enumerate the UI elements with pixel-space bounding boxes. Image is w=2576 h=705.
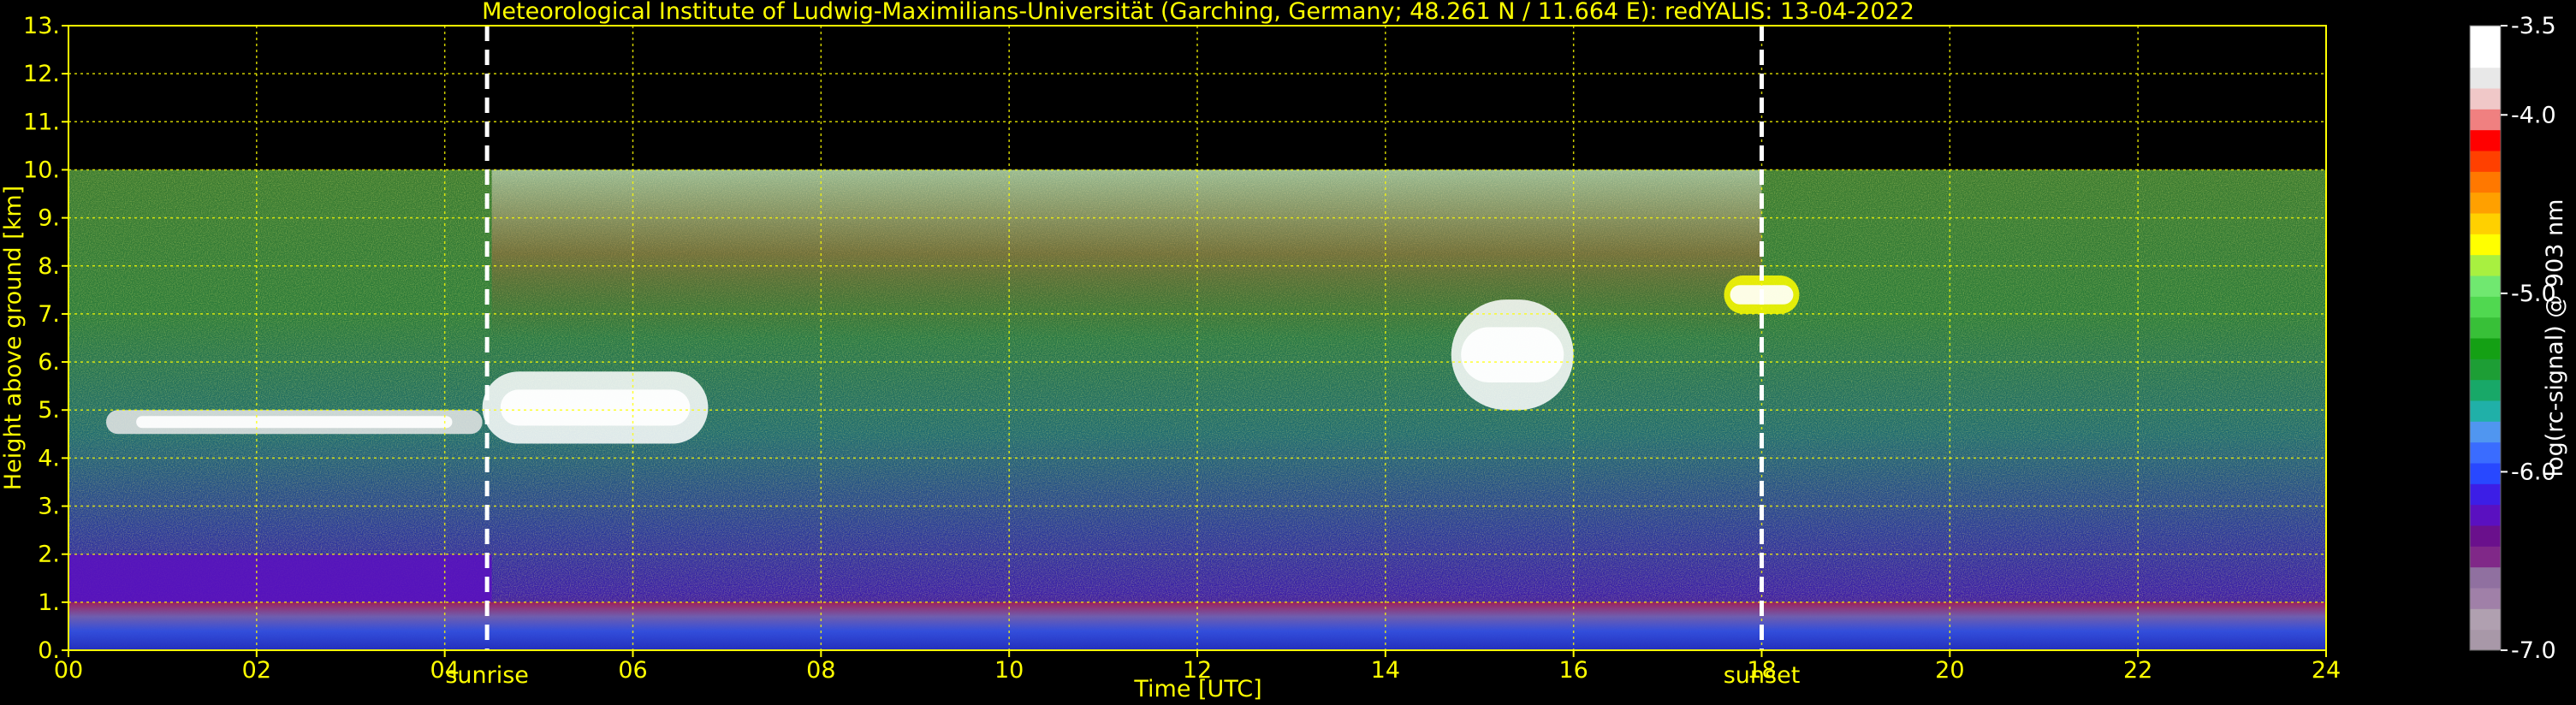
y-tick-label: 0. — [38, 637, 60, 664]
colorbar-swatch — [2470, 275, 2501, 297]
colorbar-tick-label: -3.5 — [2511, 13, 2556, 39]
y-tick-label: 4. — [38, 445, 60, 471]
x-tick-label: 24 — [2312, 657, 2341, 684]
colorbar-swatch — [2470, 254, 2501, 276]
layer-midlevel-cloud-morning-core — [136, 416, 453, 429]
y-tick-label: 13. — [23, 13, 60, 39]
y-tick-label: 2. — [38, 542, 60, 568]
y-tick-label: 8. — [38, 253, 60, 280]
colorbar-swatch — [2470, 463, 2501, 484]
colorbar-swatches — [2470, 26, 2501, 651]
layer-cirrus-noon — [491, 169, 1762, 338]
colorbar-swatch — [2470, 608, 2501, 631]
x-tick-label: 16 — [1558, 657, 1588, 684]
colorbar-swatch — [2470, 588, 2501, 609]
plot-area: sunrise sunset — [68, 25, 2327, 689]
colorbar-swatch — [2470, 88, 2501, 110]
x-tick-label: 08 — [806, 657, 835, 684]
y-axis-label: Height above ground [km] — [0, 186, 27, 490]
y-tick-label: 6. — [38, 349, 60, 376]
y-tick-label: 11. — [23, 109, 60, 135]
colorbar-swatch — [2470, 129, 2501, 151]
colorbar-swatch — [2470, 192, 2501, 214]
layer-cloud-afternoon-core — [1461, 327, 1564, 382]
colorbar-swatch — [2470, 483, 2501, 506]
colorbar-swatch — [2470, 421, 2501, 443]
colorbar-label: log(rc-signal) @ 903 nm — [2542, 199, 2568, 477]
y-tick-label: 5. — [38, 397, 60, 424]
y-tick-label: 7. — [38, 301, 60, 328]
colorbar-tick-label: -4.0 — [2511, 102, 2556, 128]
x-tick-label: 02 — [242, 657, 271, 684]
y-tick-label: 1. — [38, 589, 60, 616]
colorbar-swatch — [2470, 358, 2501, 381]
x-tick-label: 06 — [618, 657, 647, 684]
colorbar: -3.5-4.0-5.0-6.0-7.0 log(rc-signal) @ 90… — [2469, 13, 2568, 664]
colorbar-swatch — [2470, 504, 2501, 526]
colorbar-swatch — [2470, 317, 2501, 339]
colorbar-swatch — [2470, 109, 2501, 131]
chart-title: Meteorological Institute of Ludwig-Maxim… — [482, 0, 1914, 25]
colorbar-swatch — [2470, 67, 2501, 89]
colorbar-swatch — [2470, 46, 2501, 68]
layer-midlevel-cloud-sunrise-core — [500, 389, 691, 426]
colorbar-swatch — [2470, 296, 2501, 318]
colorbar-swatch — [2470, 338, 2501, 359]
y-axis: 0. 1. 2. 3. 4. 5. 6. 7. 8. 9. 10. 11. 12. 13. — [23, 13, 68, 664]
colorbar-swatch — [2470, 566, 2501, 589]
layer-residual-layer — [68, 554, 492, 602]
y-tick-label: 3. — [38, 494, 60, 520]
y-tick-label: 9. — [38, 205, 60, 232]
x-axis-label: Time [UTC] — [1133, 676, 1261, 702]
colorbar-swatch — [2470, 546, 2501, 568]
x-tick-label: 10 — [994, 657, 1024, 684]
colorbar-swatch — [2470, 400, 2501, 422]
y-tick-label: 10. — [23, 157, 60, 183]
colorbar-swatch — [2470, 441, 2501, 464]
colorbar-tick-label: -7.0 — [2511, 637, 2556, 664]
x-tick-label: 20 — [1935, 657, 1964, 684]
colorbar-swatch — [2470, 213, 2501, 234]
colorbar-swatch — [2470, 234, 2501, 256]
lidar-quicklook-figure: sunrise sunset 00 02 04 06 08 10 12 14 16 18 20 22 24… — [0, 0, 2568, 702]
x-tick-label: 04 — [430, 657, 459, 684]
x-tick-label: 14 — [1371, 657, 1400, 684]
y-tick-label: 12. — [23, 61, 60, 87]
colorbar-swatch — [2470, 629, 2501, 651]
colorbar-swatch — [2470, 171, 2501, 193]
colorbar-swatch — [2470, 525, 2501, 547]
x-tick-label: 22 — [2123, 657, 2152, 684]
colorbar-swatch — [2470, 379, 2501, 401]
colorbar-swatch — [2470, 26, 2501, 47]
colorbar-swatch — [2470, 151, 2501, 172]
x-tick-label: 18 — [1747, 657, 1776, 684]
